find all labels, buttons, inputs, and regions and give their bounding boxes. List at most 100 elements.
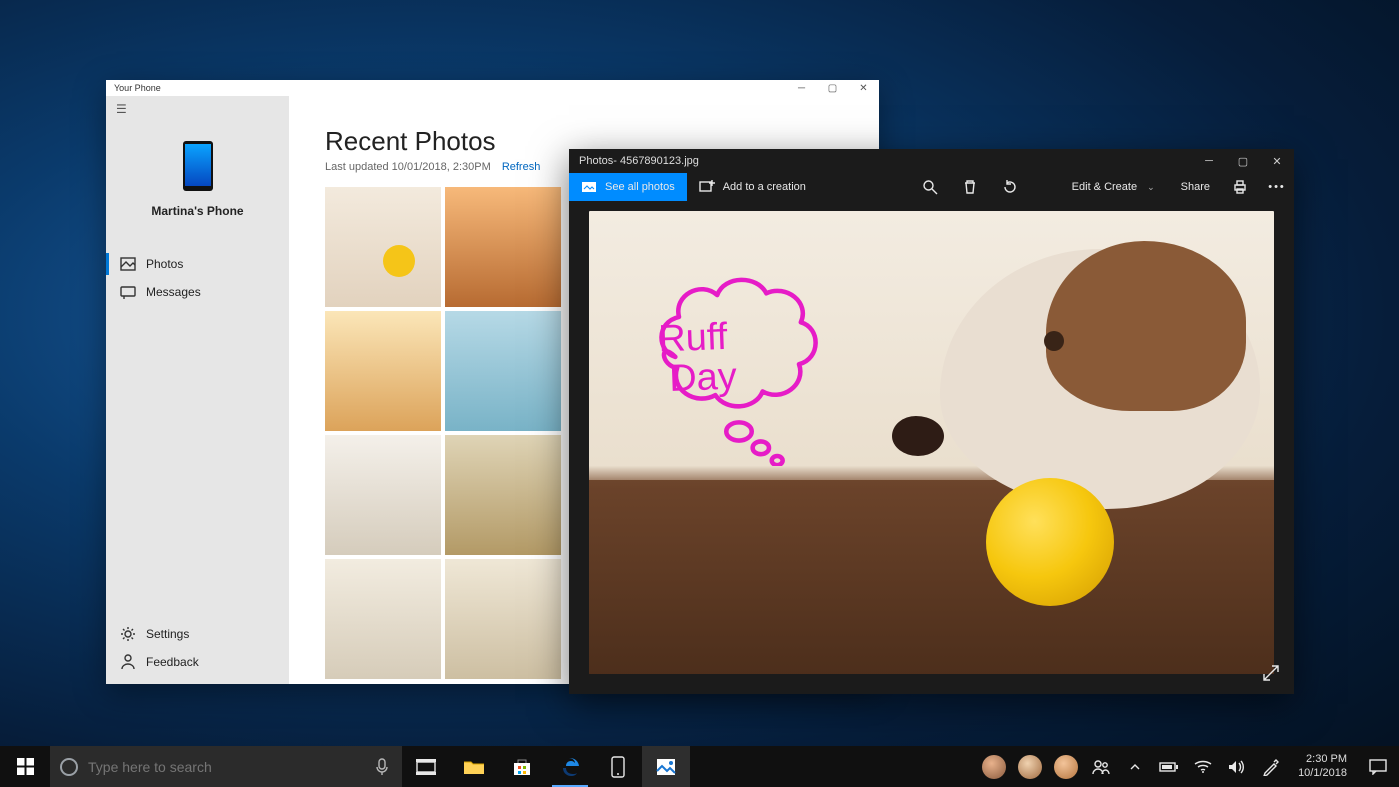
zoom-button[interactable] [910, 173, 950, 201]
close-button[interactable]: ✕ [848, 80, 879, 96]
notification-icon [1369, 759, 1387, 775]
pen-icon [1262, 758, 1280, 776]
your-phone-taskbar-button[interactable] [594, 746, 642, 787]
add-to-creation-label: Add to a creation [723, 181, 806, 193]
photo-canvas[interactable]: Ruff Day [569, 201, 1294, 694]
tray-overflow-button[interactable] [1118, 746, 1152, 787]
refresh-link[interactable]: Refresh [502, 161, 541, 173]
share-label: Share [1181, 181, 1210, 193]
more-icon: ••• [1268, 181, 1286, 193]
feedback-icon [120, 654, 136, 670]
ink-workspace-button[interactable] [1254, 746, 1288, 787]
add-to-creation-button[interactable]: Add to a creation [687, 173, 818, 201]
people-avatar-3[interactable] [1048, 746, 1084, 787]
your-phone-titlebar[interactable]: Your Phone ─ ▢ ✕ [106, 80, 879, 96]
photo-image: Ruff Day [589, 211, 1274, 674]
photo-thumbnail[interactable] [445, 311, 561, 431]
sidebar-item-settings[interactable]: Settings [106, 620, 289, 648]
edit-create-button[interactable]: Edit & Create ⌄ [1054, 173, 1165, 201]
photo-thumbnail[interactable] [445, 187, 561, 307]
edge-button[interactable] [546, 746, 594, 787]
messages-icon [120, 284, 136, 300]
wifi-button[interactable] [1186, 746, 1220, 787]
add-creation-icon [699, 179, 715, 195]
minimize-button[interactable]: ─ [1192, 149, 1226, 173]
clock-date: 10/1/2018 [1298, 767, 1347, 781]
collection-icon [581, 179, 597, 195]
taskbar: 2:30 PM 10/1/2018 [0, 746, 1399, 787]
photo-thumbnail[interactable] [445, 559, 561, 679]
photos-title: Photos- 4567890123.jpg [569, 155, 699, 167]
photo-thumbnail[interactable] [325, 311, 441, 431]
hamburger-icon[interactable]: ☰ [106, 96, 289, 122]
people-button[interactable] [1084, 746, 1118, 787]
taskview-button[interactable] [402, 746, 450, 787]
phone-icon [611, 756, 625, 778]
photos-icon [120, 256, 136, 272]
more-button[interactable]: ••• [1260, 173, 1294, 201]
print-button[interactable] [1220, 173, 1260, 201]
photo-thumbnail[interactable] [445, 435, 561, 555]
share-button[interactable]: Share [1165, 173, 1220, 201]
photo-thumbnail[interactable] [325, 435, 441, 555]
sidebar-item-feedback[interactable]: Feedback [106, 648, 289, 676]
photos-taskbar-button[interactable] [642, 746, 690, 787]
search-input[interactable] [88, 759, 362, 775]
maximize-button[interactable]: ▢ [1226, 149, 1260, 173]
sidebar-item-label: Messages [146, 285, 201, 299]
trash-icon [962, 179, 978, 195]
chevron-up-icon [1129, 761, 1141, 773]
start-button[interactable] [0, 746, 50, 787]
file-explorer-button[interactable] [450, 746, 498, 787]
taskview-icon [416, 759, 436, 775]
speaker-icon [1228, 759, 1246, 775]
expand-icon [1262, 664, 1280, 682]
search-box[interactable] [50, 746, 402, 787]
battery-icon [1159, 761, 1179, 773]
battery-button[interactable] [1152, 746, 1186, 787]
photos-titlebar[interactable]: Photos- 4567890123.jpg ─ ▢ ✕ [569, 149, 1294, 173]
minimize-button[interactable]: ─ [786, 80, 817, 96]
print-icon [1232, 179, 1248, 195]
phone-preview: Martina's Phone [106, 122, 289, 232]
photos-app-icon [656, 758, 676, 776]
rotate-button[interactable] [990, 173, 1030, 201]
photos-window: Photos- 4567890123.jpg ─ ▢ ✕ See all pho… [569, 149, 1294, 694]
see-all-label: See all photos [605, 181, 675, 193]
phone-name: Martina's Phone [151, 204, 243, 218]
last-updated-text: Last updated 10/01/2018, 2:30PM [325, 161, 491, 173]
windows-icon [17, 758, 34, 775]
rotate-icon [1002, 179, 1018, 195]
zoom-icon [922, 179, 938, 195]
store-icon [512, 757, 532, 777]
clock-button[interactable]: 2:30 PM 10/1/2018 [1288, 746, 1357, 787]
action-center-button[interactable] [1357, 746, 1399, 787]
close-button[interactable]: ✕ [1260, 149, 1294, 173]
clock-time: 2:30 PM [1306, 753, 1347, 767]
delete-button[interactable] [950, 173, 990, 201]
sidebar-item-photos[interactable]: Photos [106, 250, 289, 278]
microsoft-store-button[interactable] [498, 746, 546, 787]
your-phone-title: Your Phone [106, 83, 161, 93]
fullscreen-button[interactable] [1260, 662, 1282, 684]
phone-icon [181, 140, 215, 192]
maximize-button[interactable]: ▢ [817, 80, 848, 96]
mic-icon[interactable] [372, 758, 392, 776]
sidebar-item-messages[interactable]: Messages [106, 278, 289, 306]
sidebar-item-label: Settings [146, 627, 189, 641]
people-avatar-2[interactable] [1012, 746, 1048, 787]
people-avatar-1[interactable] [976, 746, 1012, 787]
gear-icon [120, 626, 136, 642]
cortana-icon [60, 758, 78, 776]
volume-button[interactable] [1220, 746, 1254, 787]
sidebar-item-label: Photos [146, 257, 183, 271]
folder-icon [463, 758, 485, 776]
see-all-photos-button[interactable]: See all photos [569, 173, 687, 201]
photo-thumbnail[interactable] [325, 187, 441, 307]
sidebar-item-label: Feedback [146, 655, 199, 669]
edge-icon [560, 757, 580, 777]
wifi-icon [1194, 760, 1212, 774]
photo-thumbnail[interactable] [325, 559, 441, 679]
photos-toolbar: See all photos Add to a creation Edit & … [569, 173, 1294, 201]
ink-annotation-text: Ruff Day [658, 318, 738, 400]
